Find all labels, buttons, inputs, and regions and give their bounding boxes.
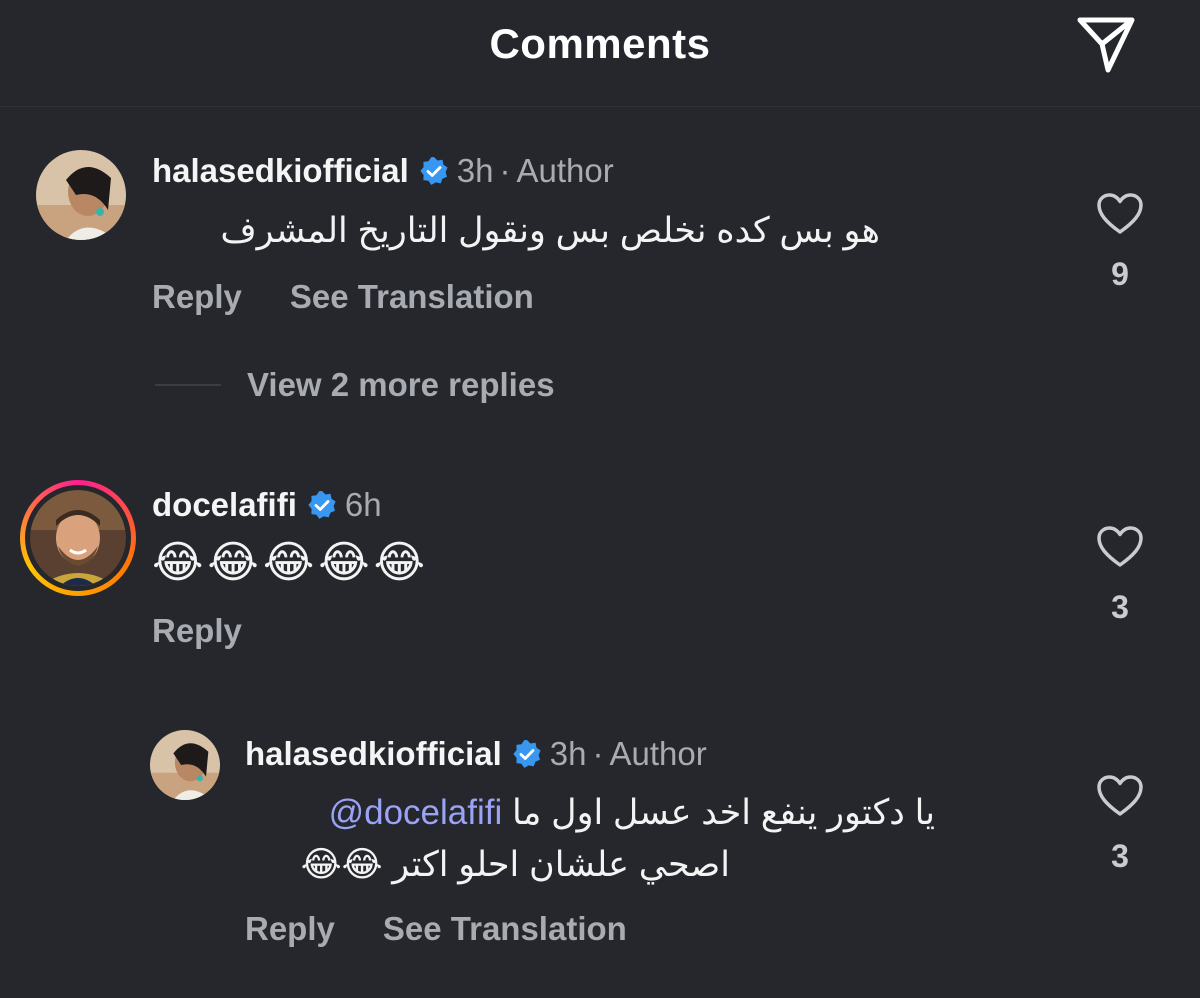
comment-text: 😂😂😂😂😂 [152,538,430,587]
divider-line [155,384,221,386]
separator: · [499,152,511,189]
verified-badge-icon [513,740,541,768]
avatar-image [36,150,126,240]
comment-actions: Reply See Translation [152,277,534,317]
avatar[interactable] [20,480,136,596]
comment-actions: Reply [152,611,290,651]
verified-badge-icon [420,157,448,185]
page-title: Comments [489,20,711,67]
username[interactable]: halasedkiofficial [245,735,502,772]
reply-button[interactable]: Reply [245,910,335,947]
author-tag: Author [609,735,707,772]
author-tag: Author [516,152,614,189]
verified-badge-icon [308,491,336,519]
reply-button[interactable]: Reply [152,278,242,315]
heart-icon[interactable] [1096,774,1144,818]
comment-meta: halasedkiofficial 3h · Author [245,734,707,774]
header: Comments [0,0,1200,107]
comments-screen: Comments halasedkiofficial 3h · Author هو ب… [0,0,1200,998]
comment-meta: halasedkiofficial 3h · Author [152,151,614,191]
comment-text-line2: اصحي علشان احلو اكتر 😂😂 [300,845,730,884]
avatar[interactable] [150,730,220,800]
separator: · [592,735,604,772]
view-more-replies-button[interactable]: View 2 more replies [155,366,555,404]
like-column: 3 [1090,525,1150,626]
like-count: 9 [1111,256,1129,292]
heart-icon[interactable] [1096,525,1144,569]
comment-actions: Reply See Translation [245,909,627,949]
view-more-replies-label: View 2 more replies [247,366,555,403]
mention-link[interactable]: @docelafifi [329,793,503,832]
username[interactable]: docelafifi [152,486,297,523]
comment-text-line1: يا دكتور ينفع اخد عسل اول ما @docelafifi [245,786,935,840]
paper-plane-icon [1077,17,1135,73]
share-button[interactable] [1074,14,1138,74]
comment-time: 3h [549,735,587,772]
like-count: 3 [1111,589,1129,625]
comment-time: 6h [344,486,382,523]
comment-meta: docelafifi 6h [152,485,382,525]
username[interactable]: halasedkiofficial [152,152,409,189]
comment-text: هو بس كده نخلص بس ونقول التاريخ المشرف [220,211,880,250]
like-column: 3 [1090,774,1150,875]
heart-icon[interactable] [1096,192,1144,236]
see-translation-button[interactable]: See Translation [383,910,627,947]
avatar-image [30,490,126,586]
like-count: 3 [1111,838,1129,874]
like-column: 9 [1090,192,1150,293]
comment-time: 3h [456,152,494,189]
avatar-image [150,730,220,800]
comment-text-arabic: يا دكتور ينفع اخد عسل اول ما [512,793,935,832]
see-translation-button[interactable]: See Translation [290,278,534,315]
avatar[interactable] [36,150,126,240]
reply-button[interactable]: Reply [152,612,242,649]
